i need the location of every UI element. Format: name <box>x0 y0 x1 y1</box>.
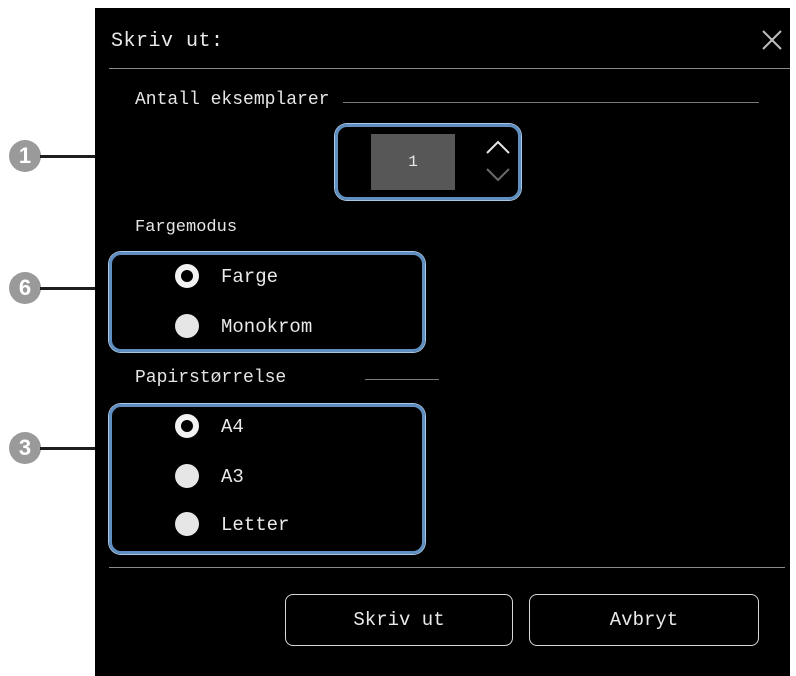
chevron-down-icon[interactable] <box>484 166 512 184</box>
dialog-title: Skriv ut: <box>111 30 224 53</box>
callout-3: 3 <box>9 432 41 464</box>
print-dialog: Skriv ut: Antall eksemplarer 1 Fargemodu… <box>95 8 790 676</box>
color-mode-label: Fargemodus <box>135 218 252 237</box>
radio-letter[interactable] <box>175 512 199 536</box>
title-divider <box>109 68 790 69</box>
close-icon[interactable] <box>760 28 784 52</box>
chevron-up-icon[interactable] <box>484 138 512 156</box>
radio-farge-label: Farge <box>221 266 279 288</box>
radio-a3-label: A3 <box>221 466 244 488</box>
callout-6: 6 <box>9 272 41 304</box>
paper-size-rule <box>365 379 439 380</box>
radio-monokrom[interactable] <box>175 314 199 338</box>
cancel-button[interactable]: Avbryt <box>529 594 759 646</box>
print-button[interactable]: Skriv ut <box>285 594 513 646</box>
callout-1: 1 <box>9 140 41 172</box>
radio-a3[interactable] <box>175 464 199 488</box>
radio-farge[interactable] <box>175 264 199 288</box>
copies-input[interactable]: 1 <box>371 134 455 190</box>
radio-letter-label: Letter <box>221 514 290 536</box>
paper-size-label: Papirstørrelse <box>135 368 301 388</box>
copies-label: Antall eksemplarer <box>135 90 344 110</box>
radio-a4-label: A4 <box>221 416 244 438</box>
radio-a4[interactable] <box>175 414 199 438</box>
radio-monokrom-label: Monokrom <box>221 316 313 338</box>
footer-divider <box>109 567 785 568</box>
